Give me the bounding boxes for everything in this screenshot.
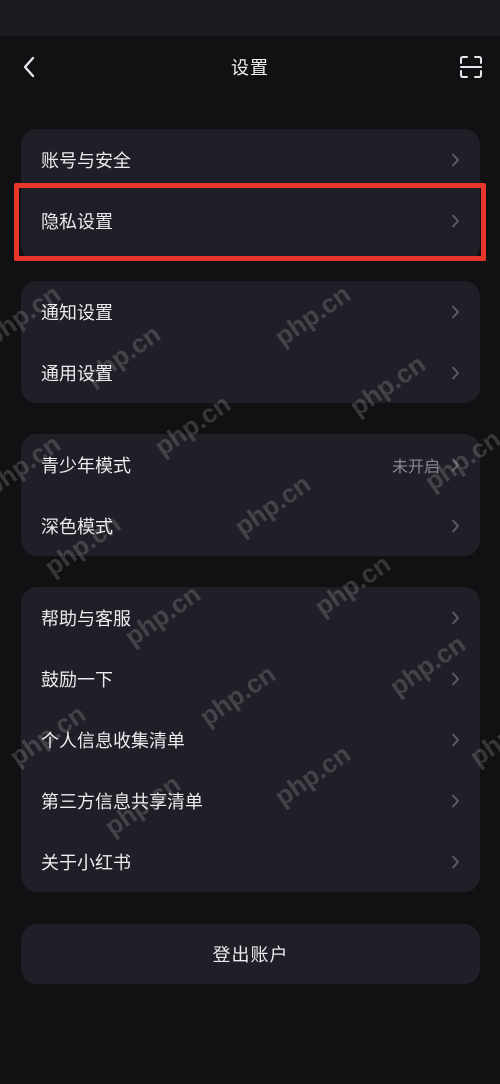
settings-group-about: 帮助与客服 鼓励一下 个人信息收集清单 第三方信息共享清单 关于小红书 bbox=[21, 587, 480, 892]
settings-group-general: 通知设置 通用设置 bbox=[21, 281, 480, 403]
chevron-right-icon bbox=[448, 457, 462, 473]
settings-item-label: 青少年模式 bbox=[41, 455, 131, 477]
settings-item-privacy[interactable]: 隐私设置 bbox=[21, 190, 480, 251]
chevron-right-icon bbox=[448, 213, 462, 229]
settings-item-label: 账号与安全 bbox=[41, 150, 131, 172]
scan-button[interactable] bbox=[456, 52, 486, 82]
chevron-right-icon bbox=[448, 610, 462, 626]
settings-item-dark-mode[interactable]: 深色模式 bbox=[21, 495, 480, 556]
settings-item-help[interactable]: 帮助与客服 bbox=[21, 587, 480, 648]
settings-item-personal-info-list[interactable]: 个人信息收集清单 bbox=[21, 709, 480, 770]
settings-item-label: 帮助与客服 bbox=[41, 608, 131, 630]
settings-item-label: 个人信息收集清单 bbox=[41, 730, 185, 752]
settings-item-label: 隐私设置 bbox=[41, 211, 113, 233]
logout-button[interactable]: 登出账户 bbox=[21, 924, 480, 984]
chevron-right-icon bbox=[448, 304, 462, 320]
settings-item-label: 通知设置 bbox=[41, 302, 113, 324]
chevron-right-icon bbox=[448, 365, 462, 381]
settings-item-label: 第三方信息共享清单 bbox=[41, 791, 203, 813]
chevron-right-icon bbox=[448, 671, 462, 687]
settings-item-encourage[interactable]: 鼓励一下 bbox=[21, 648, 480, 709]
settings-item-label: 关于小红书 bbox=[41, 852, 131, 874]
settings-item-general[interactable]: 通用设置 bbox=[21, 342, 480, 403]
settings-item-label: 深色模式 bbox=[41, 516, 113, 538]
settings-item-about[interactable]: 关于小红书 bbox=[21, 831, 480, 892]
chevron-right-icon bbox=[448, 152, 462, 168]
nav-bar: 设置 bbox=[0, 36, 500, 98]
settings-item-notifications[interactable]: 通知设置 bbox=[21, 281, 480, 342]
teen-mode-status: 未开启 bbox=[391, 456, 440, 476]
page-title: 设置 bbox=[231, 58, 269, 79]
settings-item-label: 鼓励一下 bbox=[41, 669, 113, 691]
logout-label: 登出账户 bbox=[212, 945, 289, 966]
settings-item-third-party-sharing[interactable]: 第三方信息共享清单 bbox=[21, 770, 480, 831]
settings-item-teen-mode[interactable]: 青少年模式 未开启 bbox=[21, 434, 480, 495]
scan-icon bbox=[460, 56, 482, 78]
chevron-right-icon bbox=[448, 793, 462, 809]
settings-group-modes: 青少年模式 未开启 深色模式 bbox=[21, 434, 480, 556]
settings-item-account-security[interactable]: 账号与安全 bbox=[21, 129, 480, 190]
chevron-right-icon bbox=[448, 518, 462, 534]
chevron-left-icon bbox=[23, 56, 35, 78]
settings-group-account: 账号与安全 隐私设置 bbox=[21, 129, 480, 261]
back-button[interactable] bbox=[14, 52, 44, 82]
chevron-right-icon bbox=[448, 732, 462, 748]
settings-item-label: 通用设置 bbox=[41, 363, 113, 385]
status-bar bbox=[0, 0, 500, 36]
chevron-right-icon bbox=[448, 854, 462, 870]
